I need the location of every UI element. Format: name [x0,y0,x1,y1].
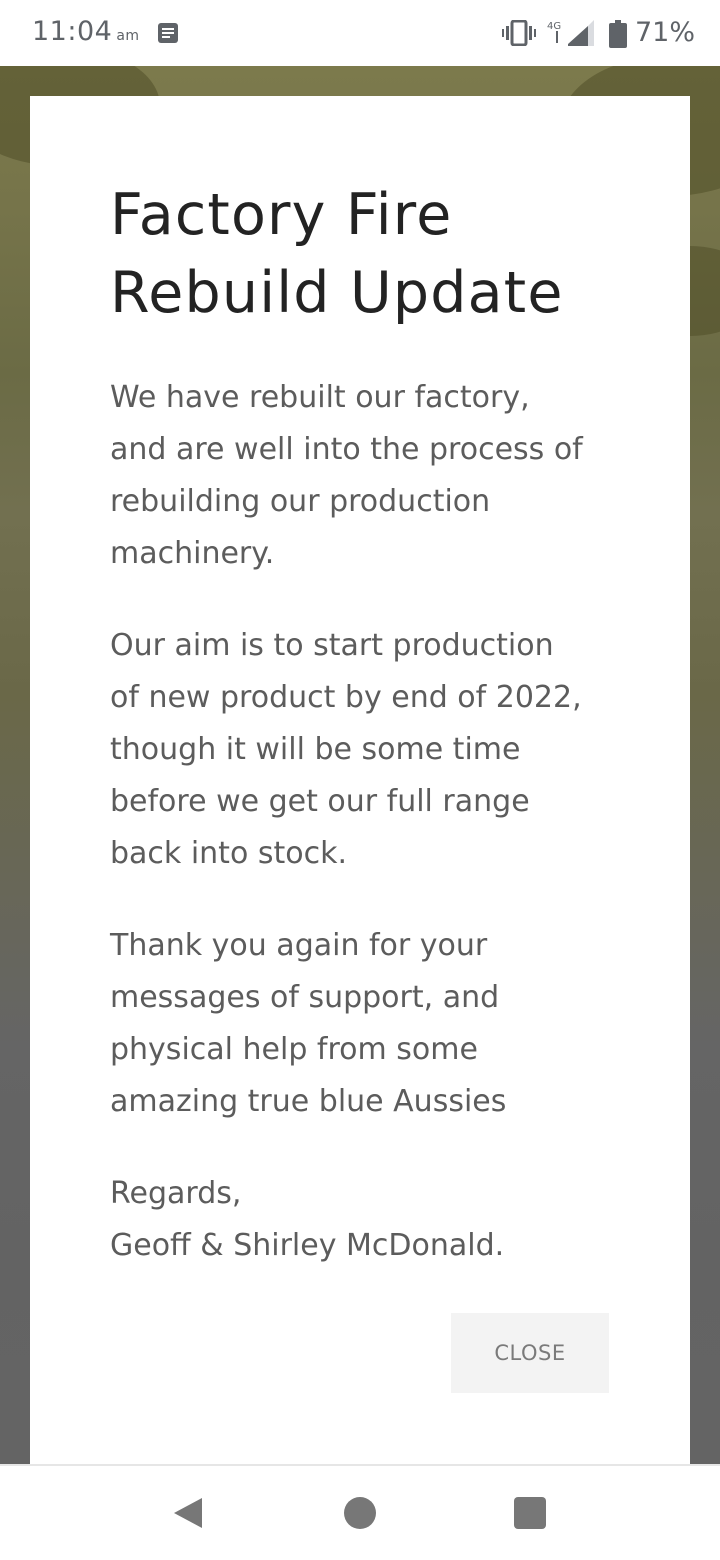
notification-icon [158,23,178,43]
dialog-title: Factory Fire Rebuild Update [110,176,630,332]
dialog-text-line: Geoff & Shirley McDonald. [110,1228,505,1263]
status-time: 11:04 am [32,16,140,47]
signal-icon: 4G [547,20,594,46]
dialog-signoff: Regards, Geoff & Shirley McDonald. [110,1168,640,1272]
network-type-label: 4G [547,21,561,32]
navigation-bar [0,1464,720,1560]
dialog-text-line: amazing true blue Aussies [110,1084,507,1119]
back-icon[interactable] [172,1496,204,1530]
dialog-title-line: Rebuild Update [110,260,564,326]
vibrate-icon [502,20,536,46]
status-time-value: 11:04 [32,16,113,47]
dialog-body: We have rebuilt our factory, and are wel… [110,372,640,1312]
dialog-text-line: and are well into the process of [110,432,583,467]
recents-icon[interactable] [514,1497,546,1529]
dialog-title-line: Factory Fire [110,182,453,248]
dialog-text-line: machinery. [110,536,275,571]
dialog-text-line: before we get our full range [110,784,530,819]
home-icon[interactable] [344,1497,376,1529]
dialog-text-line: We have rebuilt our factory, [110,380,530,415]
dialog-text-line: Regards, [110,1176,242,1211]
dialog-paragraph: We have rebuilt our factory, and are wel… [110,372,640,580]
status-ampm: am [116,28,140,44]
dialog-text-line: rebuilding our production [110,484,491,519]
dialog-text-line: Thank you again for your [110,928,488,963]
dialog-text-line: back into stock. [110,836,347,871]
dialog-text-line: though it will be some time [110,732,521,767]
announcement-dialog: Factory Fire Rebuild Update We have rebu… [30,96,690,1464]
dialog-text-line: Our aim is to start production [110,628,554,663]
dialog-paragraph: Thank you again for your messages of sup… [110,920,640,1128]
dialog-text-line: of new product by end of 2022, [110,680,582,715]
close-button[interactable]: CLOSE [451,1313,609,1393]
battery-percent: 71% [635,17,696,48]
status-bar: 11:04 am 4G 71% [0,0,720,66]
dialog-text-line: messages of support, and [110,980,500,1015]
dialog-paragraph: Our aim is to start production of new pr… [110,620,640,880]
battery-icon [609,20,627,48]
dialog-text-line: physical help from some [110,1032,478,1067]
